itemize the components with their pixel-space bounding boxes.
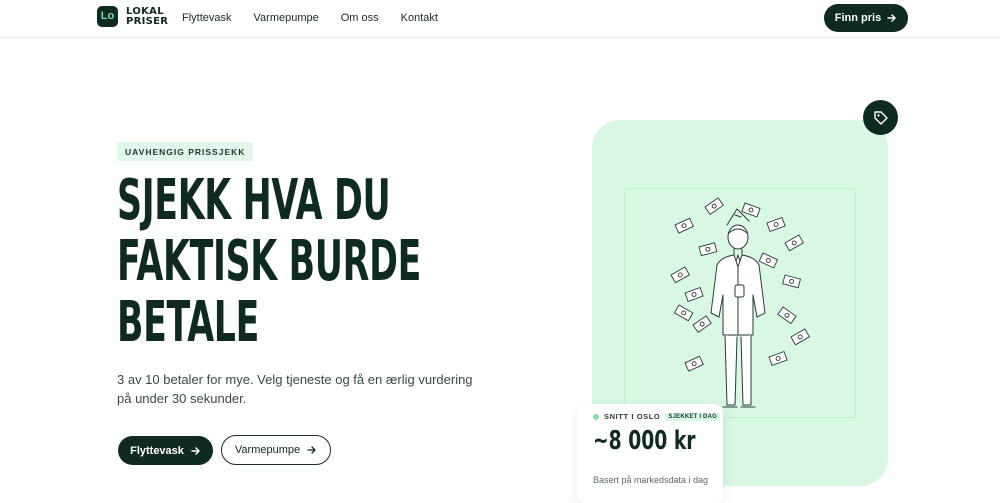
hero-subtitle-line-1: 3 av 10 betaler for mye. Velg tjeneste o… xyxy=(117,372,473,387)
price-card-note: Basert på markedsdata i dag xyxy=(593,475,709,485)
hero-subtitle: 3 av 10 betaler for mye. Velg tjeneste o… xyxy=(117,370,477,408)
varmepumpe-button-label: Varmepumpe xyxy=(234,444,301,456)
arrow-right-icon xyxy=(887,14,896,22)
headline-line-1: SJEKK HVA DU xyxy=(117,168,391,233)
logo-line-1: LOKAL xyxy=(126,5,164,17)
price-tag-icon xyxy=(873,110,888,125)
finn-pris-button[interactable]: Finn pris xyxy=(824,4,908,32)
arrow-right-icon xyxy=(191,446,200,455)
logo-mark-icon: Lo xyxy=(97,6,118,27)
hero-badge: UAVHENGIG PRISSJEKK xyxy=(117,142,254,161)
price-card-value: ~8 000 kr xyxy=(593,426,696,456)
status-dot-icon xyxy=(593,413,599,420)
arrow-right-icon xyxy=(307,446,316,454)
nav-item-varmepumpe[interactable]: Varmepumpe xyxy=(254,12,319,24)
nav-item-om-oss[interactable]: Om oss xyxy=(341,12,379,24)
price-card-badge: SJEKKET I DAG xyxy=(665,412,720,421)
logo-mark-text: Lo xyxy=(100,10,115,22)
hero-subtitle-line-2: på under 30 sekunder. xyxy=(117,391,247,406)
logo-wordmark: LOKAL PRISER xyxy=(126,5,169,27)
flyttevask-button[interactable]: Flyttevask xyxy=(118,436,213,465)
headline-line-2: FAKTISK BURDE xyxy=(117,229,422,294)
site-header: Lo LOKAL PRISER Flyttevask Varmepumpe Om… xyxy=(0,0,1000,38)
hero-headline: SJEKK HVA DU FAKTISK BURDE BETALE xyxy=(117,170,537,353)
varmepumpe-button[interactable]: Varmepumpe xyxy=(221,435,331,465)
main-nav: Flyttevask Varmepumpe Om oss Kontakt xyxy=(182,12,460,24)
flyttevask-button-label: Flyttevask xyxy=(130,444,184,457)
price-card-label: SNITT I OSLO xyxy=(604,412,661,421)
nav-item-kontakt[interactable]: Kontakt xyxy=(401,12,438,24)
logo[interactable]: Lo LOKAL PRISER xyxy=(97,6,168,27)
headline-line-3: BETALE xyxy=(117,290,260,355)
price-tag-button[interactable] xyxy=(863,100,898,135)
finn-pris-label: Finn pris xyxy=(834,12,882,24)
nav-item-flyttevask[interactable]: Flyttevask xyxy=(182,12,232,24)
man-with-money-illustration xyxy=(670,197,810,408)
price-estimate-card: SNITT I OSLO SJEKKET I DAG ~8 000 kr Bas… xyxy=(577,404,723,503)
logo-line-2: PRISER xyxy=(126,15,169,27)
price-card-header: SNITT I OSLO SJEKKET I DAG xyxy=(593,412,720,421)
